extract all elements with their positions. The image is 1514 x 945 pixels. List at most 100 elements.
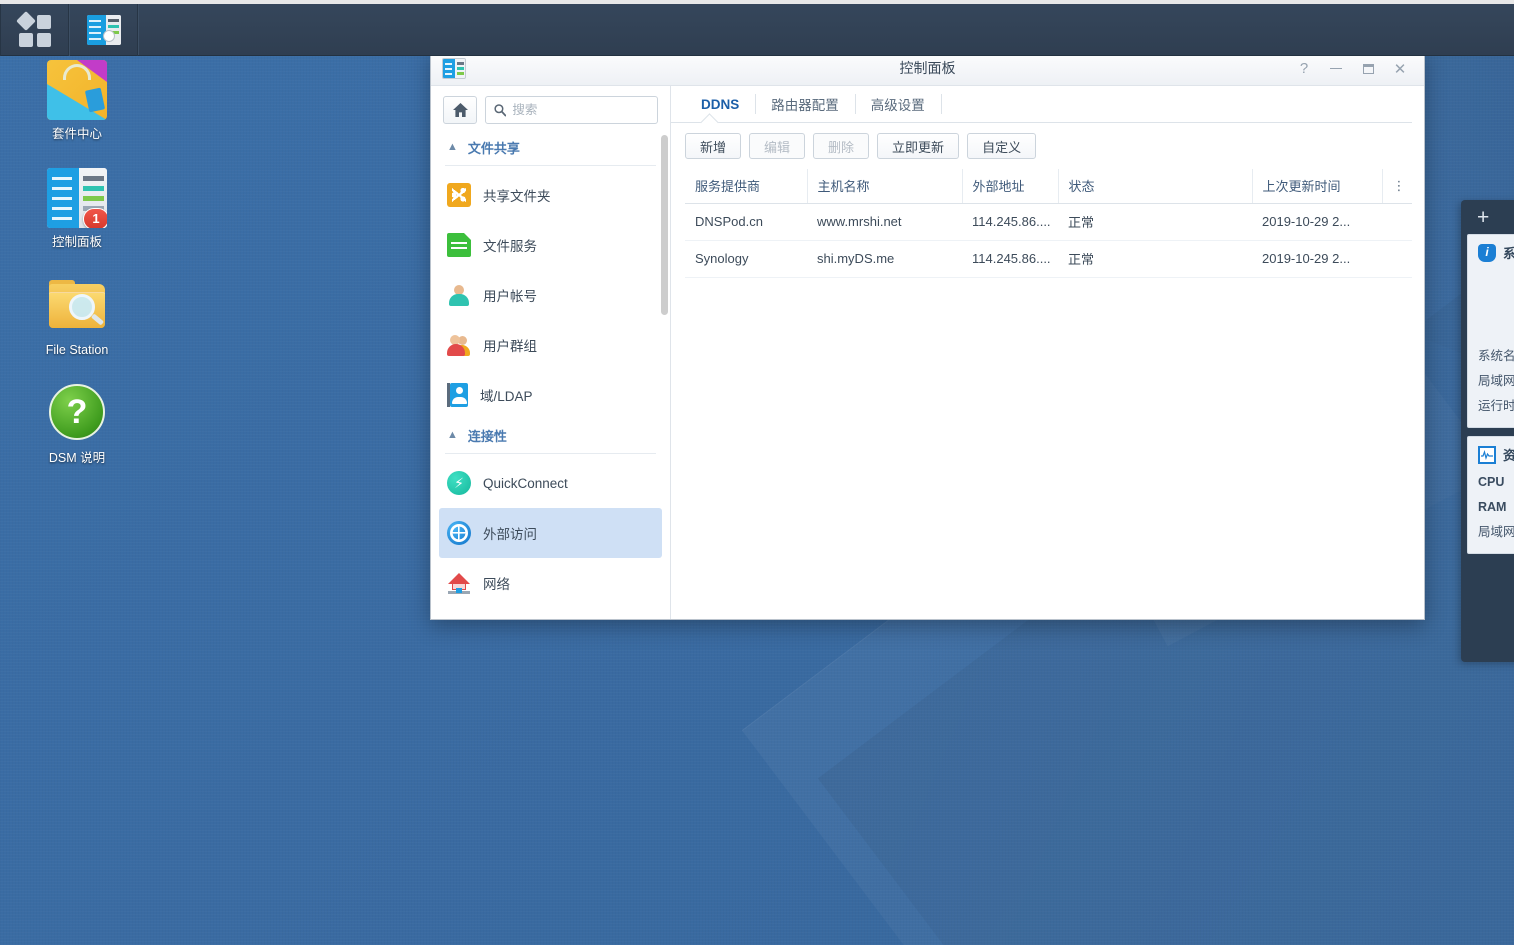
column-header-external-address[interactable]: 外部地址 bbox=[962, 169, 1059, 204]
sidebar-scrollbar[interactable] bbox=[661, 135, 668, 315]
home-icon bbox=[452, 103, 468, 117]
maximize-button[interactable] bbox=[1352, 51, 1384, 86]
desktop-icon-label: File Station bbox=[45, 343, 109, 357]
content-toolbar: 新增 编辑 删除 立即更新 自定义 bbox=[671, 123, 1424, 169]
help-button[interactable]: ? bbox=[1288, 51, 1320, 86]
column-header-provider[interactable]: 服务提供商 bbox=[685, 169, 808, 204]
minimize-button[interactable] bbox=[1320, 51, 1352, 86]
desktop-icon-label: DSM 说明 bbox=[48, 451, 106, 465]
sidebar-item-user-group[interactable]: 用户群组 bbox=[439, 320, 662, 370]
add-button[interactable]: 新增 bbox=[685, 133, 742, 159]
taskbar bbox=[0, 0, 1514, 56]
control-panel-icon: 1 bbox=[47, 168, 107, 228]
table-row[interactable]: DNSPod.cn www.mrshi.net 114.245.86.... 正… bbox=[685, 203, 1412, 241]
control-panel-icon bbox=[86, 15, 121, 45]
file-station-icon bbox=[47, 276, 107, 336]
widget-title: 系 bbox=[1503, 246, 1514, 261]
control-panel-window: 控制面板 ? ✕ 搜索 ▲ 文件共享 共享文件夹 文件服务 用户帐号 用户群组 … bbox=[430, 50, 1425, 620]
window-title-bar[interactable]: 控制面板 ? ✕ bbox=[431, 51, 1424, 86]
package-center-icon bbox=[47, 60, 107, 120]
sidebar-item-user-account[interactable]: 用户帐号 bbox=[439, 270, 662, 320]
network-icon bbox=[447, 571, 471, 595]
search-box[interactable] bbox=[485, 96, 658, 124]
cell-last-update: 2019-10-29 2... bbox=[1252, 203, 1382, 241]
user-account-icon bbox=[447, 283, 471, 307]
table-row[interactable]: Synology shi.myDS.me 114.245.86.... 正常 2… bbox=[685, 240, 1412, 278]
desktop-icon-control-panel[interactable]: 1 控制面板 bbox=[22, 168, 132, 250]
app-tiles-icon bbox=[15, 11, 52, 47]
sidebar-section-file-sharing[interactable]: ▲ 文件共享 bbox=[431, 132, 670, 165]
widget-row-lan: 局域网 bbox=[1478, 525, 1514, 539]
add-widget-button[interactable]: + bbox=[1467, 206, 1514, 234]
page-title: 控制面板 bbox=[899, 60, 956, 76]
window-controls: ? ✕ bbox=[1288, 51, 1416, 86]
sidebar-item-dhcp-server[interactable]: DHCP Server bbox=[439, 608, 662, 619]
sidebar-item-label: 共享文件夹 bbox=[483, 189, 551, 204]
widget-row-system-name: 系统名称 bbox=[1478, 349, 1514, 363]
sidebar-item-label: 网络 bbox=[483, 577, 510, 592]
tab-bar: DDNS 路由器配置 高级设置 bbox=[671, 86, 1424, 122]
column-header-status[interactable]: 状态 bbox=[1058, 169, 1253, 204]
desktop-icon-label: 控制面板 bbox=[51, 235, 102, 249]
sidebar-item-domain-ldap[interactable]: 域/LDAP bbox=[439, 370, 662, 420]
main-menu-button[interactable] bbox=[0, 4, 69, 56]
sidebar-section-connectivity[interactable]: ▲ 连接性 bbox=[431, 420, 670, 453]
cell-external-address: 114.245.86.... bbox=[962, 240, 1058, 278]
taskbar-empty-area bbox=[138, 4, 1514, 55]
sidebar-item-shared-folder[interactable]: 共享文件夹 bbox=[439, 170, 662, 220]
help-icon: ? bbox=[47, 384, 107, 444]
customize-button[interactable]: 自定义 bbox=[967, 133, 1037, 159]
column-header-last-update[interactable]: 上次更新时间 bbox=[1252, 169, 1383, 204]
column-header-hostname[interactable]: 主机名称 bbox=[807, 169, 963, 204]
sidebar-item-label: QuickConnect bbox=[483, 475, 568, 491]
desktop-icon-package-center[interactable]: 套件中心 bbox=[22, 60, 132, 142]
sidebar-item-external-access[interactable]: 外部访问 bbox=[439, 508, 662, 558]
edit-button[interactable]: 编辑 bbox=[749, 133, 806, 159]
desktop-icon-dsm-help[interactable]: ? DSM 说明 bbox=[22, 384, 132, 466]
table-header-row: 服务提供商 主机名称 外部地址 状态 上次更新时间 ⋮ bbox=[685, 169, 1412, 204]
cell-provider: DNSPod.cn bbox=[685, 203, 807, 241]
resource-monitor-icon bbox=[1478, 445, 1496, 464]
divider bbox=[445, 453, 656, 454]
cell-hostname: shi.myDS.me bbox=[807, 240, 962, 278]
sidebar-item-label: 文件服务 bbox=[483, 239, 537, 254]
tab-ddns[interactable]: DDNS bbox=[685, 86, 755, 122]
sidebar-item-network[interactable]: 网络 bbox=[439, 558, 662, 608]
home-button[interactable] bbox=[443, 96, 477, 124]
cell-provider: Synology bbox=[685, 240, 807, 278]
cell-hostname: www.mrshi.net bbox=[807, 203, 962, 241]
kebab-menu-icon[interactable]: ⋮ bbox=[1393, 178, 1406, 193]
info-shield-icon: i bbox=[1478, 243, 1496, 262]
domain-ldap-icon bbox=[447, 383, 468, 407]
widget-panel: + i 系 系统名称 局域网 运行时间 资 CPU RAM 局域网 bbox=[1461, 200, 1514, 662]
column-options-cell: ⋮ bbox=[1382, 169, 1412, 204]
tab-advanced-settings[interactable]: 高级设置 bbox=[854, 86, 941, 122]
update-now-button[interactable]: 立即更新 bbox=[877, 133, 960, 159]
window-body: ▲ 文件共享 共享文件夹 文件服务 bbox=[431, 86, 1424, 619]
sidebar-toolbar bbox=[431, 86, 670, 132]
sidebar-section-label: 文件共享 bbox=[467, 141, 520, 156]
delete-button[interactable]: 删除 bbox=[813, 133, 870, 159]
widget-system-health: i 系 系统名称 局域网 运行时间 bbox=[1467, 234, 1514, 428]
widget-row-cpu: CPU bbox=[1478, 475, 1505, 489]
cell-external-address: 114.245.86.... bbox=[962, 203, 1058, 241]
cell-status: 正常 bbox=[1058, 203, 1252, 241]
cell-spacer bbox=[1382, 203, 1412, 241]
status-badge: 1 bbox=[83, 208, 107, 228]
close-button[interactable]: ✕ bbox=[1384, 51, 1416, 86]
desktop-icon-file-station[interactable]: File Station bbox=[22, 276, 132, 358]
sidebar-item-label: 域/LDAP bbox=[480, 389, 533, 404]
tab-router-config[interactable]: 路由器配置 bbox=[755, 86, 855, 122]
sidebar-item-quickconnect[interactable]: QuickConnect bbox=[439, 458, 662, 508]
sidebar-item-file-services[interactable]: 文件服务 bbox=[439, 220, 662, 270]
cell-last-update: 2019-10-29 2... bbox=[1252, 240, 1382, 278]
ddns-table-wrapper: 服务提供商 主机名称 外部地址 状态 上次更新时间 ⋮ DNSPod.cn ww… bbox=[671, 169, 1424, 619]
user-group-icon bbox=[447, 333, 471, 357]
search-input[interactable] bbox=[512, 103, 649, 117]
desktop-icon-list: 套件中心 1 控制面板 File Station ? DSM 说明 bbox=[22, 60, 132, 492]
tab-underline bbox=[671, 122, 1412, 123]
widget-title: 资 bbox=[1503, 448, 1514, 463]
taskbar-item-control-panel[interactable] bbox=[69, 4, 138, 56]
sidebar-item-label: 外部访问 bbox=[483, 527, 537, 542]
widget-resource-monitor: 资 CPU RAM 局域网 bbox=[1467, 436, 1514, 554]
